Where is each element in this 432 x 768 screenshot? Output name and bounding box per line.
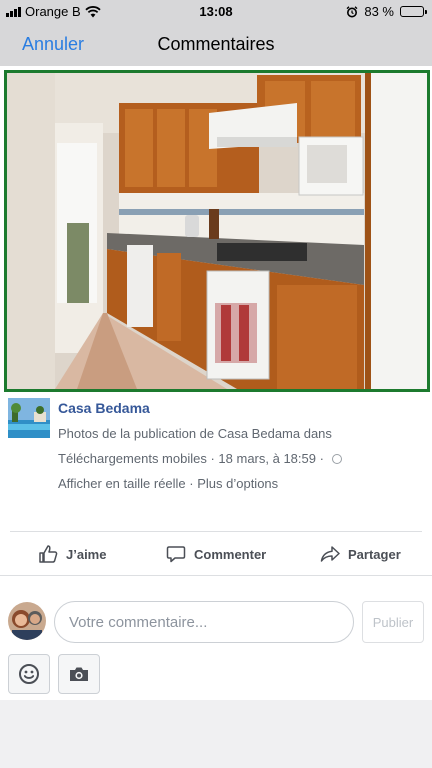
like-label: J’aime: [66, 546, 107, 562]
kitchen-photo: [7, 73, 427, 389]
comment-composer: Publier: [8, 598, 428, 646]
share-icon: [320, 546, 340, 562]
divider: [0, 575, 432, 576]
cancel-button[interactable]: Annuler: [22, 34, 84, 55]
author-name[interactable]: Casa Bedama: [58, 400, 150, 416]
comment-label: Commenter: [194, 546, 267, 562]
status-bar: Orange B 13:08 83 %: [0, 0, 432, 22]
album-link[interactable]: Téléchargements mobiles: [58, 451, 207, 466]
battery-percent: 83 %: [364, 4, 394, 19]
nav-bar: Annuler Commentaires: [0, 22, 432, 66]
status-right: 83 %: [346, 4, 427, 19]
comment-button[interactable]: Commenter: [166, 532, 266, 576]
camera-button[interactable]: [58, 654, 100, 694]
emoji-button[interactable]: [8, 654, 50, 694]
publish-button[interactable]: Publier: [362, 601, 424, 643]
comment-input[interactable]: [54, 601, 354, 643]
alarm-icon: [346, 5, 358, 17]
post-date: · 18 mars, à 18:59 ·: [206, 451, 328, 466]
top-bar: Orange B 13:08 83 % Annuler Commentaires: [0, 0, 432, 66]
post-meta: Téléchargements mobiles · 18 mars, à 18:…: [58, 451, 342, 466]
share-button[interactable]: Partager: [320, 532, 401, 576]
post-caption: Photos de la publication de Casa Bedama …: [58, 426, 332, 441]
post-photo[interactable]: [4, 70, 430, 392]
post-info: Casa Bedama Photos de la publication de …: [8, 398, 424, 508]
battery-icon: [400, 6, 427, 17]
page-thumbnail[interactable]: [8, 398, 50, 438]
post-options-links[interactable]: Afficher en taille réelle · Plus d’optio…: [58, 476, 278, 491]
post-card: Casa Bedama Photos de la publication de …: [0, 66, 432, 700]
globe-icon: [331, 454, 342, 464]
thumbs-up-icon: [39, 545, 58, 563]
comment-icon: [166, 546, 186, 563]
action-bar: J’aime Commenter Partager: [10, 531, 422, 575]
avatar: [8, 602, 46, 640]
like-button[interactable]: J’aime: [38, 532, 106, 576]
share-label: Partager: [348, 546, 401, 562]
smiley-icon: [19, 664, 39, 684]
camera-icon: [70, 667, 88, 681]
